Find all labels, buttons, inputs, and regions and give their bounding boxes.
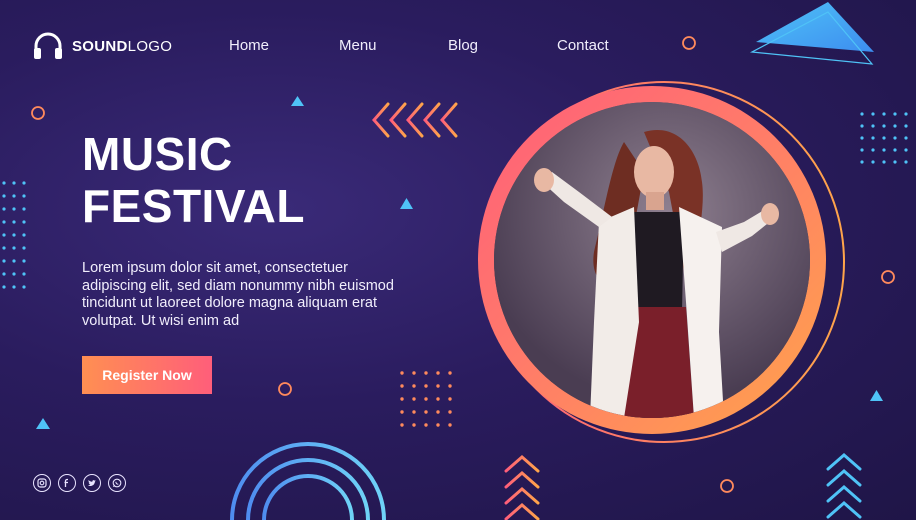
instagram-icon[interactable] bbox=[33, 474, 51, 492]
ring-shape bbox=[278, 382, 292, 396]
chevrons-up-shape bbox=[504, 455, 540, 520]
triangle-shape bbox=[870, 390, 883, 401]
chevrons-up-shape bbox=[826, 453, 862, 519]
dot-grid-shape bbox=[400, 371, 452, 427]
hero-title: MUSIC FESTIVAL bbox=[82, 128, 305, 232]
ring-shape bbox=[682, 36, 696, 50]
performer-illustration bbox=[494, 102, 810, 418]
triangle-shape bbox=[756, 2, 874, 52]
hero-title-line1: MUSIC bbox=[82, 128, 233, 180]
performer-photo bbox=[494, 102, 810, 418]
facebook-icon[interactable] bbox=[58, 474, 76, 492]
ring-shape bbox=[881, 270, 895, 284]
triangle-shape bbox=[400, 198, 413, 209]
arcs-shape bbox=[230, 442, 386, 520]
triangle-shape bbox=[36, 418, 50, 429]
hero-description: Lorem ipsum dolor sit amet, consectetuer… bbox=[82, 260, 394, 329]
hero-title-line2: FESTIVAL bbox=[82, 180, 305, 232]
whatsapp-icon[interactable] bbox=[108, 474, 126, 492]
dot-grid-shape bbox=[2, 181, 26, 289]
ring-shape bbox=[31, 106, 45, 120]
twitter-icon[interactable] bbox=[83, 474, 101, 492]
ring-shape bbox=[720, 479, 734, 493]
triangle-shape bbox=[291, 96, 304, 106]
chevrons-left-shape bbox=[372, 102, 458, 138]
dot-grid-shape bbox=[860, 112, 908, 164]
register-now-button[interactable]: Register Now bbox=[82, 356, 212, 394]
